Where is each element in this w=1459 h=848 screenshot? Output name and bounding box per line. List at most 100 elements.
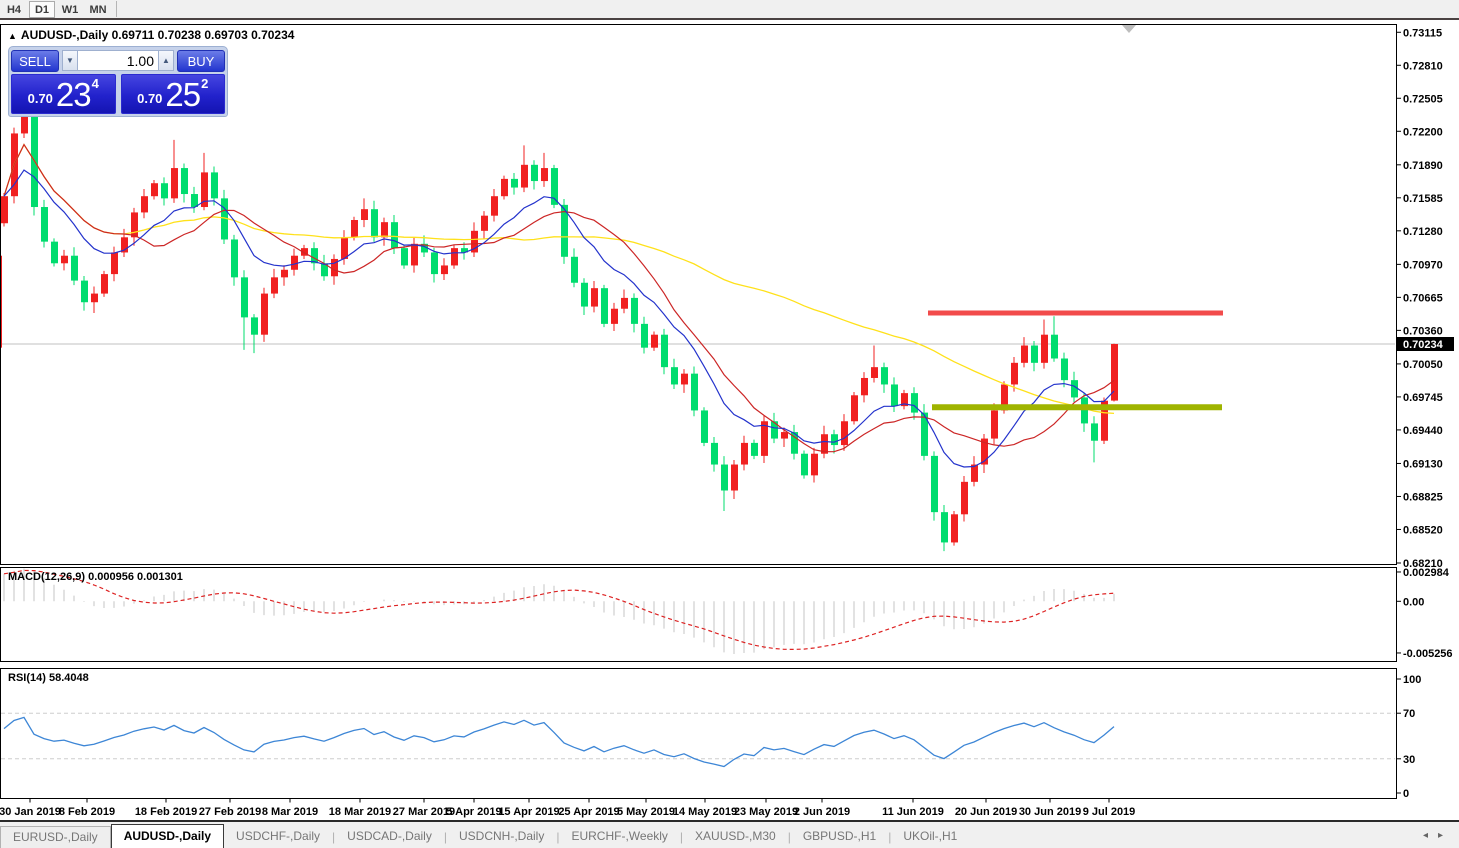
timeframe-toolbar: H4 D1 W1 MN	[0, 0, 1459, 20]
buy-price-box[interactable]: 0.70 25 2	[120, 74, 225, 114]
one-click-trading-panel: SELL ▼ ▲ BUY 0.70 23 4 0.70 25 2	[8, 46, 228, 117]
tab-xauusd-m30[interactable]: XAUUSD-,M30	[683, 826, 788, 848]
tab-ukoil-h1[interactable]: UKOil-,H1	[891, 826, 969, 848]
tab-scroll-right-icon[interactable]: ▸	[1438, 830, 1453, 841]
macd-tick-label: 0.002984	[1403, 567, 1450, 579]
candle-body	[741, 442, 748, 465]
volume-decrease-button[interactable]: ▼	[62, 50, 78, 71]
price-tick-label: 0.70970	[1403, 259, 1443, 271]
time-tick-label: 5 Apr 2019	[446, 806, 501, 818]
time-tick-label: 9 Jul 2019	[1083, 806, 1136, 818]
price-tick-label: 0.72810	[1403, 60, 1443, 72]
one-click-panel-toggle[interactable]: ▲	[8, 31, 17, 41]
sell-price-big: 23	[55, 76, 92, 113]
time-tick-label: 30 Jun 2019	[1019, 806, 1081, 818]
time-tick-label: 8 Mar 2019	[262, 806, 318, 818]
price-axis[interactable]: 0.73115 0.72810 0.72505 0.72200 0.71890 0.715…	[1396, 27, 1455, 570]
timeframe-button-w1[interactable]: W1	[57, 1, 83, 18]
rsi-tick-label: 30	[1403, 754, 1415, 766]
candle-body	[911, 393, 918, 413]
candle-body	[281, 269, 288, 278]
candle-body	[441, 265, 448, 275]
candle-body	[1021, 345, 1028, 363]
candle-body	[81, 280, 88, 303]
time-tick-label: 25 Apr 2019	[558, 806, 619, 818]
rsi-axis[interactable]: 100 70 30 0	[1396, 674, 1422, 800]
tab-eurusd-daily[interactable]: EURUSD-,Daily	[0, 826, 111, 848]
candle-body	[411, 243, 418, 266]
candle-body	[881, 367, 888, 385]
candle-body	[531, 164, 538, 182]
candle-body	[621, 297, 628, 309]
candle-body	[831, 434, 838, 446]
candle-body	[941, 512, 948, 543]
rsi-tick-label: 70	[1403, 708, 1415, 720]
sell-price-box[interactable]: 0.70 23 4	[11, 74, 116, 114]
time-tick-label: 18 Feb 2019	[135, 806, 197, 818]
tab-scroll-arrows[interactable]: ◂▸	[1423, 830, 1453, 841]
candle-body	[1061, 358, 1068, 381]
macd-label: MACD(12,26,9) 0.000956 0.001301	[8, 571, 183, 583]
chart-area[interactable]: 0.73115 0.72810 0.72505 0.72200 0.71890 0.715…	[0, 22, 1459, 820]
candle-body	[1011, 362, 1018, 385]
candle-body	[391, 222, 398, 249]
candle-body	[361, 209, 368, 221]
candle-body	[701, 410, 708, 443]
time-tick-label: 8 Feb 2019	[59, 806, 115, 818]
tab-eurchf-weekly[interactable]: EURCHF-,Weekly	[559, 826, 679, 848]
candle-body	[451, 248, 458, 266]
candle-body	[871, 367, 878, 378]
rsi-tick-label: 0	[1403, 788, 1409, 800]
candle-body	[491, 196, 498, 216]
candle-body	[431, 252, 438, 275]
price-tick-label: 0.71585	[1403, 193, 1443, 205]
price-tick-label: 0.70665	[1403, 292, 1443, 304]
macd-axis[interactable]: 0.002984 0.00 -0.005256	[1396, 567, 1453, 660]
symbol-tab-bar: EURUSD-,Daily AUDUSD-,Daily USDCHF-,Daily |…	[0, 820, 1459, 848]
sell-button[interactable]: SELL	[11, 49, 59, 72]
tab-usdcnh-daily[interactable]: USDCNH-,Daily	[447, 826, 556, 848]
toolbar-separator	[116, 1, 117, 17]
chart-title-text: AUDUSD-,Daily 0.69711 0.70238 0.69703 0.…	[20, 28, 295, 42]
candle-body	[251, 317, 258, 335]
tab-gbpusd-h1[interactable]: GBPUSD-,H1	[791, 826, 888, 848]
candle-body	[571, 256, 578, 283]
candle-body	[1, 196, 8, 224]
price-tick-label: 0.69745	[1403, 392, 1443, 404]
price-tick-label: 0.71280	[1403, 226, 1443, 238]
candle-body	[801, 453, 808, 476]
tab-usdchf-daily[interactable]: USDCHF-,Daily	[224, 826, 332, 848]
macd-pane[interactable]	[0, 567, 1397, 662]
candle-body	[61, 255, 68, 264]
candle-body	[401, 248, 408, 266]
price-tick-label: 0.69440	[1403, 425, 1443, 437]
chart-window: 0.73115 0.72810 0.72505 0.72200 0.71890 0.715…	[0, 22, 1459, 820]
timeframe-button-mn[interactable]: MN	[85, 1, 111, 18]
time-axis[interactable]: 30 Jan 20198 Feb 2019 18 Feb 2019 27 Feb 2…	[0, 798, 1136, 819]
tab-audusd-daily[interactable]: AUDUSD-,Daily	[110, 824, 225, 848]
scroll-to-end-marker[interactable]	[1122, 25, 1136, 33]
rsi-pane[interactable]	[0, 668, 1397, 799]
candle-body	[611, 308, 618, 324]
candle-body	[41, 207, 48, 242]
timeframe-button-h4[interactable]: H4	[1, 1, 27, 18]
price-tick-label: 0.68825	[1403, 491, 1443, 503]
time-tick-label: 30 Jan 2019	[0, 806, 61, 818]
price-tick-label: 0.69130	[1403, 458, 1443, 470]
volume-input[interactable]	[78, 50, 158, 71]
candle-body	[341, 237, 348, 259]
candle-body	[151, 183, 158, 197]
candle-body	[661, 334, 668, 368]
timeframe-button-d1[interactable]: D1	[29, 1, 55, 18]
sell-price-prefix: 0.70	[27, 91, 53, 106]
tab-scroll-left-icon[interactable]: ◂	[1423, 830, 1438, 841]
volume-increase-button[interactable]: ▲	[158, 50, 174, 71]
rsi-label: RSI(14) 58.4048	[8, 672, 89, 684]
tab-usdcad-daily[interactable]: USDCAD-,Daily	[335, 826, 444, 848]
candle-body	[811, 453, 818, 476]
rsi-tick-label: 100	[1403, 674, 1421, 686]
candle-body	[931, 455, 938, 513]
candle-body	[581, 282, 588, 307]
current-price-tag-label: 0.70234	[1403, 339, 1444, 351]
buy-button[interactable]: BUY	[177, 49, 225, 72]
